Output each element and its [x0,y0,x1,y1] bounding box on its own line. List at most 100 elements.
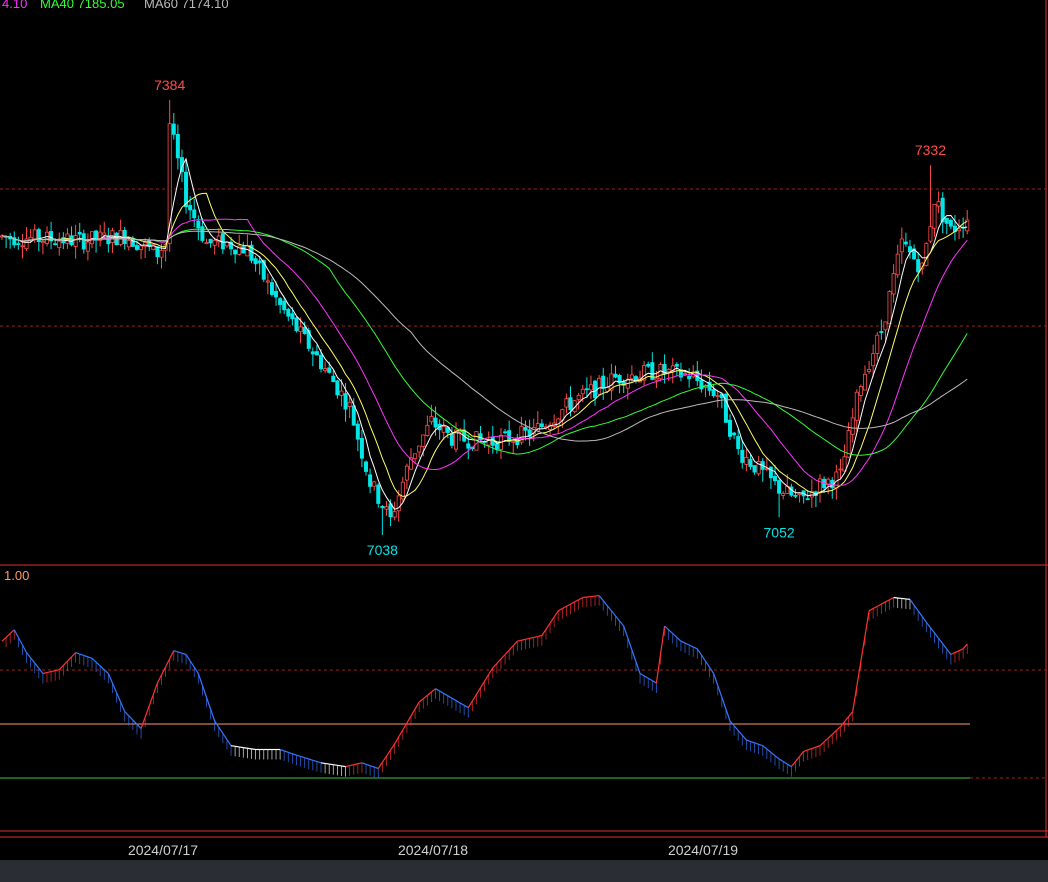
ma-legend: 4.10 MA40 7185.05 MA60 7174.10 [2,0,229,11]
candle-body [53,243,58,246]
candle [593,379,598,406]
candle-body [335,380,340,396]
candle-body [948,219,953,227]
candle [139,245,144,260]
osc-segment [304,757,309,760]
osc-segment [811,746,817,750]
candle-body [936,201,941,207]
candle-body [269,282,274,295]
candle-body [282,300,287,311]
osc-segment [889,596,894,601]
candle-body [417,445,422,453]
osc-segment [700,654,706,662]
osc-segment [345,765,350,768]
osc-segment [639,672,645,677]
osc-segment [30,657,36,664]
osc-segment [341,765,346,768]
osc-segment [570,601,575,605]
osc-segment [512,640,518,647]
candle-body [895,253,900,276]
osc-segment [484,674,490,682]
candle [744,448,749,472]
candle [728,414,733,441]
candle [278,296,283,314]
osc-segment [790,761,796,767]
price-annotation-7052: 7052 [764,524,795,540]
osc-segment [160,666,167,676]
candle [899,227,904,264]
candle [184,159,189,214]
candle [359,429,364,468]
osc-segment [815,745,821,748]
osc-segment [337,764,342,767]
futures-chart[interactable]: 7384703870527332 1.00 2024/07/17 2024/07/… [0,0,1048,860]
osc-segment [643,675,649,679]
osc-segment [500,654,506,660]
candle [294,316,299,333]
candle-body [944,217,949,224]
osc-segment [325,762,330,765]
candle-body [425,424,430,436]
osc-segment [860,635,866,662]
candle-body [233,249,238,255]
candle-body [102,232,107,236]
osc-segment [525,637,530,640]
osc-segment [770,751,776,757]
osc-segment [876,603,882,607]
candle [368,468,373,494]
candle-body [899,238,904,253]
candle-body [323,368,328,372]
osc-segment [655,654,662,684]
osc-segment [373,766,379,770]
candle [323,361,328,374]
candle [437,419,442,440]
candle [8,232,13,249]
osc-segment [115,692,122,703]
candle [49,221,54,250]
candle-body [674,364,679,367]
osc-segment [279,748,285,752]
osc-segment [111,682,118,693]
candle-body [511,440,516,443]
osc-segment [913,604,919,612]
candle-body [290,313,295,320]
osc-segment [50,670,56,673]
osc-segment [189,660,195,668]
candle-body [805,498,810,501]
osc-segment [451,697,457,702]
candle-body [932,203,937,229]
candle [723,392,728,423]
price-panel: 7384 7038 7052 7332 [0,0,1048,837]
candle-body [20,245,25,248]
osc-segment [529,636,534,639]
osc-segment [831,730,837,735]
osc-segment [173,650,179,653]
x-tick-label-0: 2024/07/17 [128,842,198,858]
osc-segment [21,644,28,653]
candle-body [241,246,246,254]
osc-segment [746,739,751,742]
candle-body [797,492,802,496]
osc-segment [329,763,334,766]
candle-body [858,386,863,396]
candle [478,425,483,442]
osc-segment [181,652,187,656]
candle-body [871,353,876,367]
candle [69,226,74,247]
osc-segment [925,621,931,628]
candle-body [687,375,692,380]
candle [73,224,78,259]
candle [830,477,835,499]
osc-segment [144,705,150,718]
candle [715,389,720,408]
candle [891,264,896,303]
candle [748,454,753,470]
osc-segment [848,711,854,717]
candle-body [842,456,847,472]
osc-segment [300,755,305,759]
candle [20,233,25,259]
osc-segment [365,763,371,767]
candle-body [580,388,585,395]
osc-segment [758,743,763,747]
osc-segment [435,688,440,692]
